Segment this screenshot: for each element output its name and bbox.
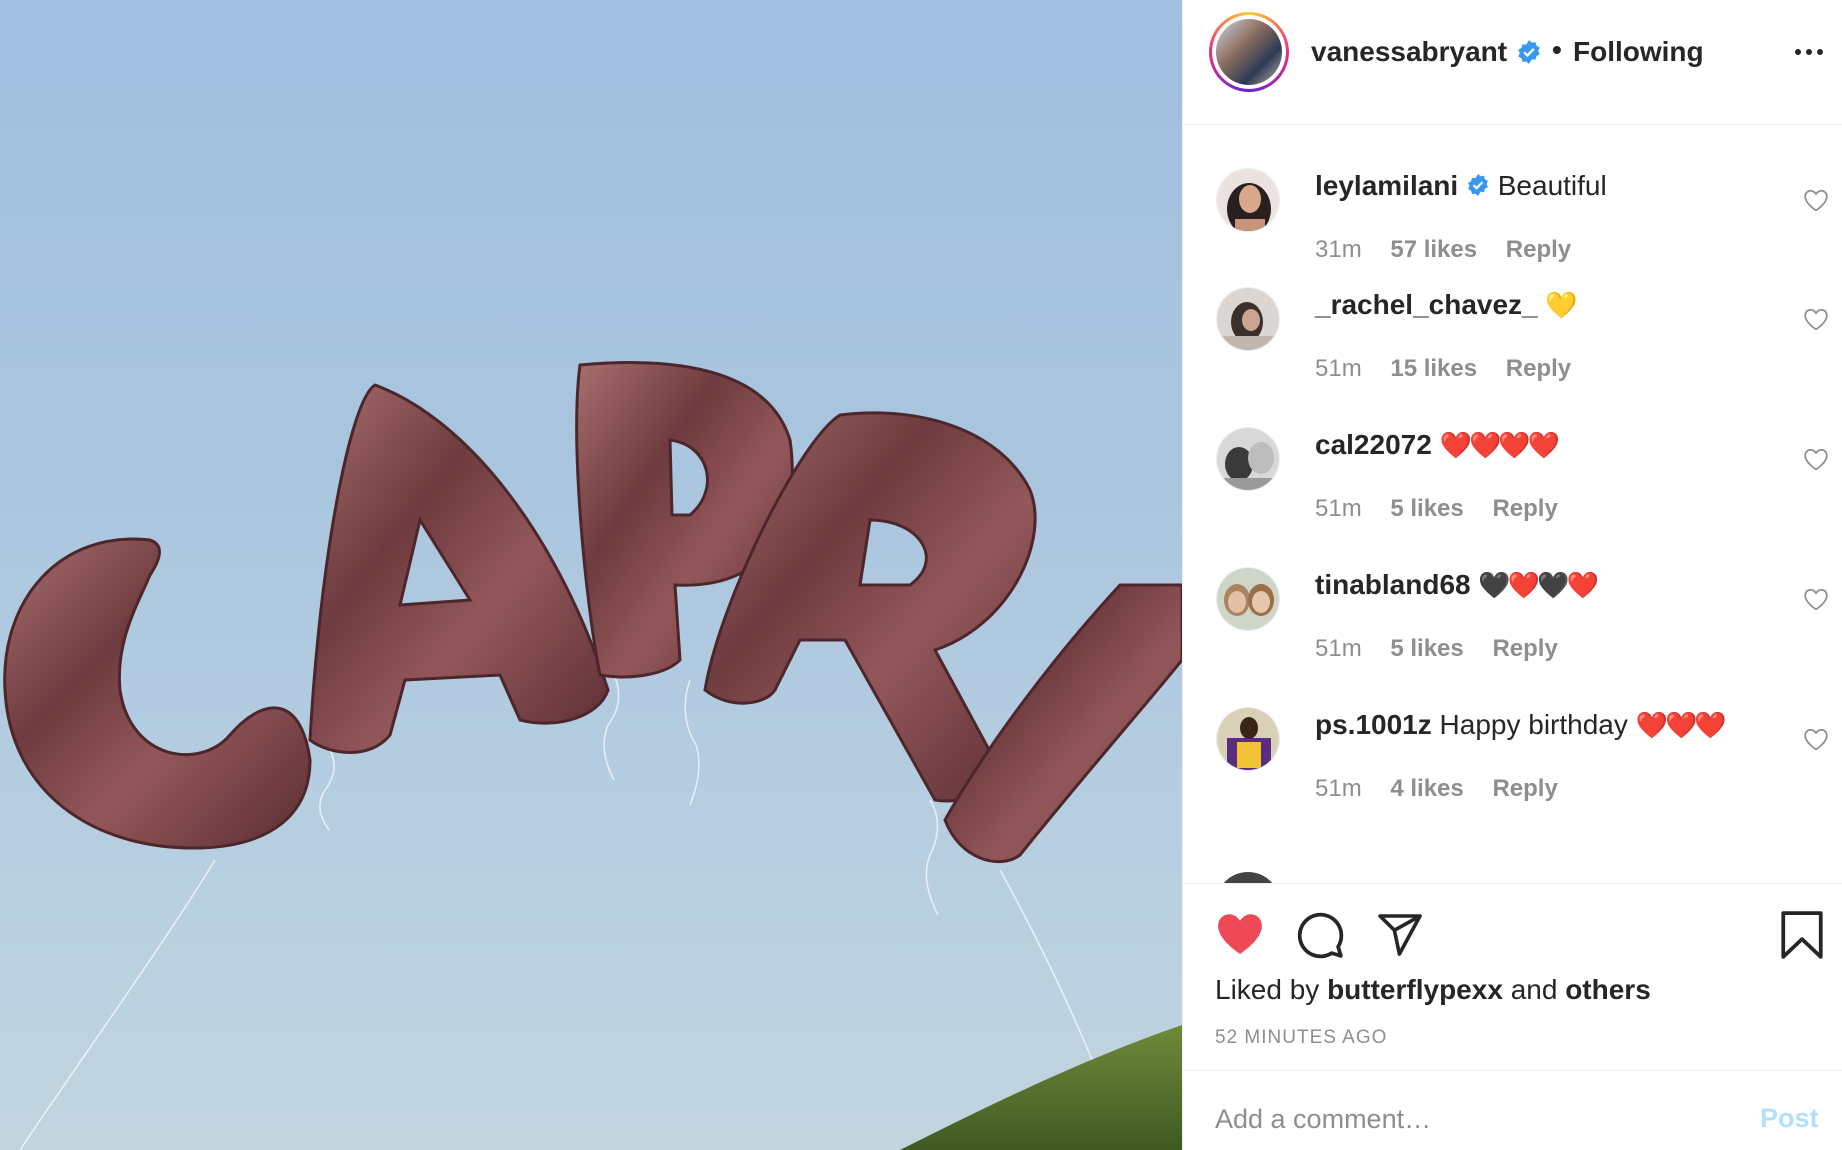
- post-actions: Liked by butterflypexx and others 52 MIN…: [1183, 883, 1842, 1070]
- comment-emoji: ❤️❤️❤️: [1635, 710, 1727, 740]
- balloon-letter-c: [3, 537, 312, 850]
- balloon-photo-illustration: [3, 361, 1182, 1150]
- commenter-username[interactable]: ps.1001z: [1315, 709, 1432, 740]
- comment-emoji: 🖤❤️🖤❤️: [1478, 570, 1598, 600]
- send-icon[interactable]: [1375, 910, 1425, 963]
- comment-time[interactable]: 51m: [1315, 775, 1362, 802]
- more-horizontal-icon[interactable]: [1789, 40, 1829, 64]
- balloon-letter-a: [308, 383, 610, 754]
- heart-filled-icon[interactable]: [1215, 910, 1265, 961]
- author-avatar-image: [1216, 19, 1282, 85]
- commenter-username[interactable]: tinabland68: [1315, 569, 1471, 600]
- comment-text: Happy birthday: [1439, 709, 1628, 740]
- commenter-avatar[interactable]: [1216, 287, 1280, 351]
- commenter-avatar[interactable]: [1216, 707, 1280, 771]
- commenter-username[interactable]: leylamilani: [1315, 170, 1458, 201]
- likes-summary: Liked by butterflypexx and others: [1215, 974, 1651, 1006]
- reply-button[interactable]: Reply: [1492, 635, 1557, 662]
- add-comment-input[interactable]: [1215, 1101, 1695, 1137]
- comment-like-heart-icon[interactable]: [1803, 587, 1829, 616]
- comment-item: ps.1001z Happy birthday ❤️❤️❤️ 51m 4 lik…: [1183, 665, 1842, 805]
- comment-like-heart-icon[interactable]: [1803, 727, 1829, 756]
- comment-time[interactable]: 51m: [1315, 355, 1362, 382]
- comment-item: tinabland68 🖤❤️🖤❤️ 51m 5 likes Reply: [1183, 525, 1842, 665]
- comment-emoji: 💛: [1545, 290, 1577, 320]
- post-timestamp[interactable]: 52 MINUTES AGO: [1215, 1027, 1387, 1049]
- comment-likes[interactable]: 4 likes: [1390, 775, 1463, 802]
- comment-likes[interactable]: 15 likes: [1390, 355, 1477, 382]
- comment-likes[interactable]: 5 likes: [1390, 495, 1463, 522]
- commenter-username[interactable]: _rachel_chavez_: [1315, 289, 1538, 320]
- add-comment-bar: Post: [1183, 1070, 1842, 1150]
- commenter-avatar: [1216, 872, 1280, 883]
- comment-likes[interactable]: 5 likes: [1390, 635, 1463, 662]
- comments-list[interactable]: leylamilani Beautiful 31m 57 likes Reply…: [1183, 126, 1842, 883]
- comment-item: cal22072 ❤️❤️❤️❤️ 51m 5 likes Reply: [1183, 385, 1842, 525]
- liked-by-user-link[interactable]: butterflypexx: [1327, 974, 1503, 1005]
- comment-emoji: ❤️❤️❤️❤️: [1439, 430, 1560, 460]
- verified-badge-icon: [1516, 39, 1542, 70]
- comment-like-heart-icon[interactable]: [1803, 307, 1829, 336]
- comment-like-heart-icon[interactable]: [1803, 188, 1829, 217]
- bookmark-icon[interactable]: [1779, 910, 1825, 965]
- comment-item: _rachel_chavez_ 💛 51m 15 likes Reply: [1183, 245, 1842, 385]
- reply-button[interactable]: Reply: [1492, 775, 1557, 802]
- likes-conj: and: [1510, 974, 1558, 1005]
- post-photo[interactable]: [0, 0, 1182, 1150]
- commenter-avatar[interactable]: [1216, 427, 1280, 491]
- post-comment-button[interactable]: Post: [1760, 1103, 1819, 1134]
- commenter-username[interactable]: cal22072: [1315, 429, 1432, 460]
- comment-text: Beautiful: [1497, 170, 1607, 201]
- comment-like-heart-icon[interactable]: [1803, 447, 1829, 476]
- post-header: vanessabryant • Following: [1183, 0, 1842, 125]
- follow-status-button[interactable]: Following: [1573, 36, 1704, 68]
- comment-time[interactable]: 51m: [1315, 495, 1362, 522]
- likes-others-link[interactable]: others: [1565, 974, 1651, 1005]
- reply-button[interactable]: Reply: [1492, 495, 1557, 522]
- hillside: [900, 1025, 1182, 1150]
- commenter-avatar[interactable]: [1216, 567, 1280, 631]
- comment-icon[interactable]: [1295, 910, 1345, 965]
- author-username[interactable]: vanessabryant: [1311, 36, 1507, 68]
- comment-time[interactable]: 51m: [1315, 635, 1362, 662]
- likes-prefix: Liked by: [1215, 974, 1320, 1005]
- post-side-panel: vanessabryant • Following leylamilani Be…: [1182, 0, 1842, 1150]
- commenter-avatar[interactable]: [1216, 168, 1280, 232]
- reply-button[interactable]: Reply: [1506, 355, 1571, 382]
- verified-badge-icon: [1466, 172, 1490, 204]
- author-avatar[interactable]: [1209, 12, 1289, 92]
- header-separator: •: [1552, 34, 1562, 65]
